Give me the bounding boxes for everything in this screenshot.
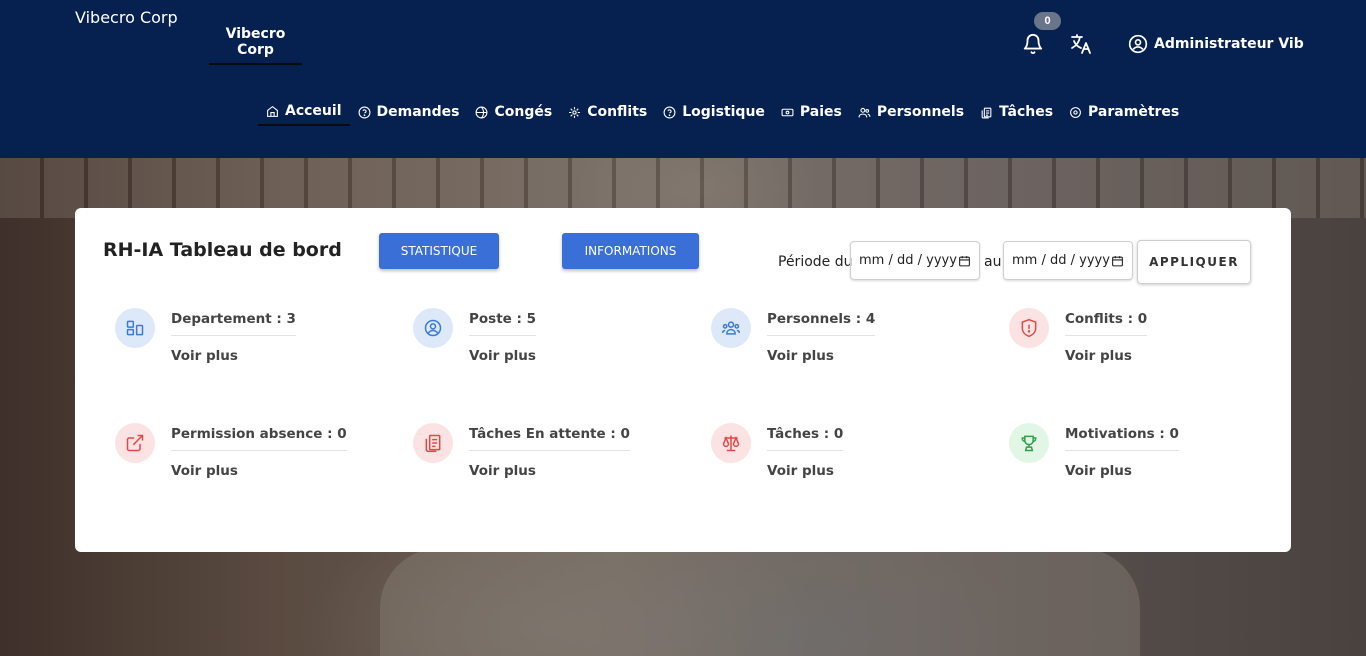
department-icon [115, 308, 155, 348]
top-header: Vibecro Corp Vibecro Corp 0 Administrate… [0, 0, 1366, 158]
nav-label: Conflits [587, 104, 648, 120]
stat-poste: Poste : 5 Voir plus [413, 308, 673, 368]
nav-label: Logistique [682, 104, 765, 120]
calendar-icon[interactable] [1111, 254, 1124, 268]
information-button[interactable]: INFORMATIONS [562, 233, 699, 269]
voir-plus-link[interactable]: Voir plus [767, 348, 834, 364]
settings-icon [569, 106, 581, 118]
apply-button[interactable]: APPLIQUER [1137, 240, 1251, 284]
users-icon [858, 107, 871, 117]
nav-label: Acceuil [285, 103, 342, 119]
date-to-placeholder: mm / dd / yyyy [1012, 253, 1110, 268]
period-to-label: au [984, 254, 1002, 270]
stat-label: Poste : 5 [469, 311, 537, 336]
home-icon [267, 105, 278, 117]
statistics-button[interactable]: STATISTIQUE [379, 233, 499, 269]
nav-item-conges[interactable]: Congés [467, 98, 560, 126]
voir-plus-link[interactable]: Voir plus [1065, 463, 1132, 479]
help-circle-icon [358, 106, 370, 118]
money-icon [781, 108, 794, 116]
user-name: Administrateur Vib [1154, 36, 1304, 52]
nav-label: Congés [494, 104, 553, 120]
brand-name[interactable]: Vibecro Corp [75, 8, 178, 27]
nav-item-logistique[interactable]: Logistique [655, 98, 773, 126]
user-circle-icon [413, 308, 453, 348]
dashboard-title: RH-IA Tableau de bord [103, 239, 342, 261]
nav-item-conflits[interactable]: Conflits [560, 98, 655, 126]
nav-item-paies[interactable]: Paies [773, 98, 850, 126]
organization-tab[interactable]: Vibecro Corp [209, 24, 302, 65]
globe-icon [476, 106, 488, 118]
stat-personnels: Personnels : 4 Voir plus [711, 308, 971, 368]
translate-icon[interactable] [1069, 32, 1093, 56]
notification-count-badge: 0 [1034, 12, 1061, 30]
nav-label: Paramètres [1088, 104, 1180, 120]
stat-label: Tâches : 0 [767, 426, 844, 451]
voir-plus-link[interactable]: Voir plus [1065, 348, 1132, 364]
stat-permission-absence: Permission absence : 0 Voir plus [115, 423, 375, 483]
stat-departement: Departement : 3 Voir plus [115, 308, 375, 368]
calendar-icon[interactable] [958, 254, 971, 268]
nav-label: Tâches [999, 104, 1054, 120]
voir-plus-link[interactable]: Voir plus [469, 348, 536, 364]
period-from-label: Période du [778, 254, 853, 270]
voir-plus-link[interactable]: Voir plus [767, 463, 834, 479]
main-nav: Acceuil Demandes Congés Conflits Logisti… [258, 98, 1187, 126]
nav-label: Paies [799, 104, 842, 120]
date-from-placeholder: mm / dd / yyyy [859, 253, 957, 268]
date-to-input[interactable]: mm / dd / yyyy [1003, 241, 1133, 280]
nav-item-demandes[interactable]: Demandes [350, 98, 468, 126]
voir-plus-link[interactable]: Voir plus [171, 463, 238, 479]
stat-label: Tâches En attente : 0 [469, 426, 630, 451]
stat-label: Conflits : 0 [1065, 311, 1148, 336]
gear-icon [1070, 106, 1081, 118]
stat-label: Permission absence : 0 [171, 426, 347, 451]
nav-label: Personnels [876, 104, 965, 120]
bell-icon[interactable] [1022, 32, 1044, 56]
stat-label: Departement : 3 [171, 311, 296, 336]
nav-item-taches[interactable]: Tâches [972, 98, 1061, 126]
shield-alert-icon [1009, 308, 1049, 348]
scale-icon [711, 423, 751, 463]
trophy-icon [1009, 423, 1049, 463]
stat-label: Personnels : 4 [767, 311, 876, 336]
clipboard-icon [413, 423, 453, 463]
nav-item-acceuil[interactable]: Acceuil [258, 98, 350, 126]
user-menu[interactable]: Administrateur Vib [1128, 33, 1304, 55]
voir-plus-link[interactable]: Voir plus [171, 348, 238, 364]
user-circle-icon [1128, 34, 1148, 54]
stat-label: Motivations : 0 [1065, 426, 1179, 451]
copy-icon [981, 107, 992, 118]
dashboard-card: RH-IA Tableau de bord STATISTIQUE INFORM… [75, 208, 1291, 552]
nav-item-parametres[interactable]: Paramètres [1061, 98, 1187, 126]
stat-taches: Tâches : 0 Voir plus [711, 423, 971, 483]
stat-motivations: Motivations : 0 Voir plus [1009, 423, 1269, 483]
nav-item-personnels[interactable]: Personnels [850, 98, 972, 126]
team-icon [711, 308, 751, 348]
background-meeting-table [380, 548, 1140, 656]
date-from-input[interactable]: mm / dd / yyyy [850, 241, 980, 280]
voir-plus-link[interactable]: Voir plus [469, 463, 536, 479]
stat-taches-en-attente: Tâches En attente : 0 Voir plus [413, 423, 673, 483]
stat-conflits: Conflits : 0 Voir plus [1009, 308, 1269, 368]
external-link-icon [115, 423, 155, 463]
nav-label: Demandes [376, 104, 460, 120]
help-circle-icon [663, 106, 676, 118]
